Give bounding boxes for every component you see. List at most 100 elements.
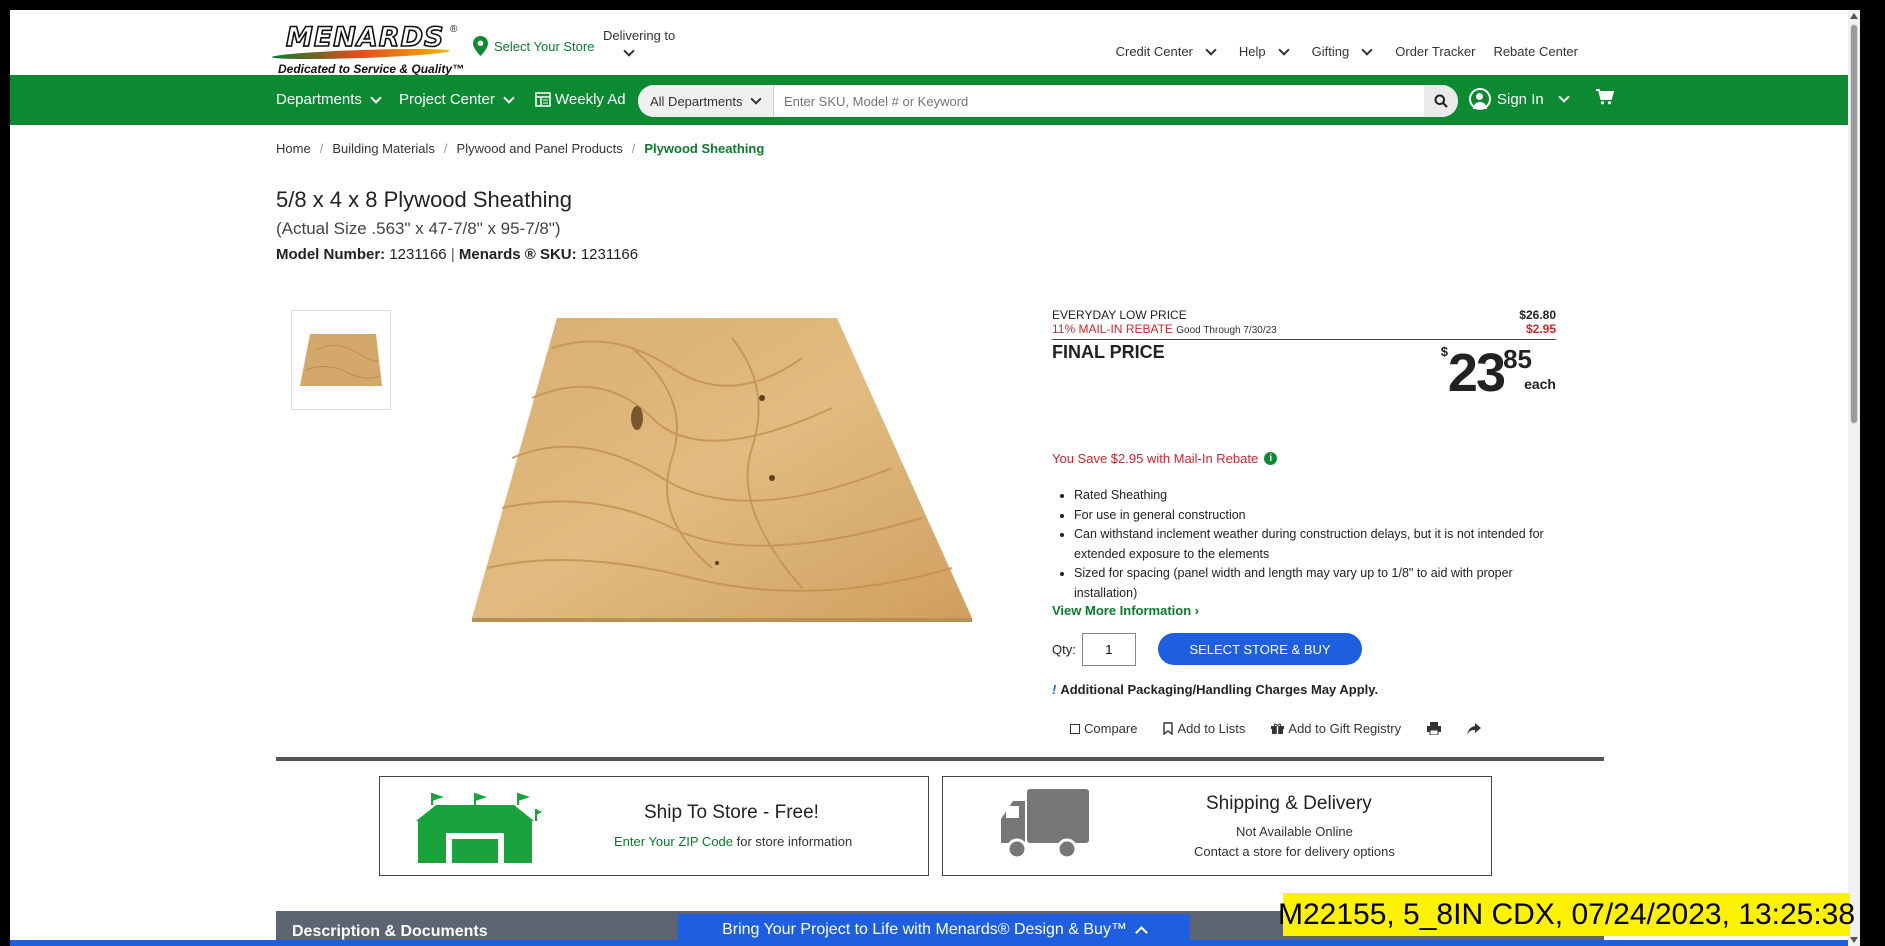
vertical-scrollbar[interactable] bbox=[1848, 10, 1860, 946]
chevron-down-icon bbox=[370, 91, 382, 104]
handling-warning: ! Additional Packaging/Handling Charges … bbox=[1052, 682, 1378, 697]
main-nav-bar: Departments Project Center Weekly Ad All… bbox=[10, 75, 1848, 125]
shipping-delivery-title: Shipping & Delivery bbox=[1206, 793, 1372, 814]
credit-center-link[interactable]: Credit Center bbox=[1116, 43, 1221, 59]
delivering-to-label: Delivering to bbox=[603, 28, 676, 43]
final-price-label: FINAL PRICE bbox=[1052, 342, 1165, 362]
ship-to-store-subtitle: Enter Your ZIP Code for store informatio… bbox=[614, 834, 852, 849]
share-button[interactable] bbox=[1467, 722, 1482, 735]
logo-wordmark: MENARDS bbox=[285, 21, 445, 54]
newspaper-icon bbox=[535, 92, 551, 107]
departments-menu[interactable]: Departments bbox=[276, 91, 386, 108]
chevron-right-icon: › bbox=[1194, 603, 1200, 618]
chevron-down-icon bbox=[750, 93, 763, 105]
rebate-center-link[interactable]: Rebate Center bbox=[1493, 44, 1578, 59]
checkbox-icon bbox=[1070, 723, 1080, 734]
info-icon[interactable]: i bbox=[1264, 452, 1278, 465]
top-header: MENARDS ® Dedicated to Service & Quality… bbox=[10, 10, 1848, 76]
scrollbar-thumb[interactable] bbox=[1850, 24, 1858, 424]
model-number-label: Model Number: bbox=[276, 246, 386, 263]
separator: | bbox=[450, 246, 455, 263]
quantity-input[interactable] bbox=[1081, 633, 1136, 666]
breadcrumb-plywood-panel[interactable]: Plywood and Panel Products bbox=[457, 141, 623, 156]
scroll-down-icon[interactable] bbox=[1850, 937, 1858, 943]
breadcrumb-separator: / bbox=[443, 141, 448, 156]
design-buy-text: Bring Your Project to Life with Menards®… bbox=[722, 921, 1127, 938]
help-link[interactable]: Help bbox=[1239, 43, 1294, 59]
gift-registry-label: Add to Gift Registry bbox=[1288, 721, 1402, 736]
cart-icon bbox=[1596, 89, 1614, 105]
gifting-label: Gifting bbox=[1311, 44, 1350, 59]
contact-store-text: Contact a store for delivery options bbox=[1194, 844, 1395, 859]
search-button[interactable] bbox=[1424, 85, 1458, 117]
menards-logo[interactable]: MENARDS ® Dedicated to Service & Quality… bbox=[266, 18, 465, 76]
product-title: 5/8 x 4 x 8 Plywood Sheathing bbox=[276, 187, 572, 212]
quantity-control: Qty: bbox=[1052, 633, 1136, 666]
product-actions: Compare Add to Lists Add to Gift Registr… bbox=[1070, 721, 1482, 736]
weekly-ad-link[interactable]: Weekly Ad bbox=[535, 91, 626, 108]
delivering-to-dropdown[interactable]: Delivering to bbox=[603, 28, 676, 57]
cart-button[interactable] bbox=[1596, 89, 1614, 105]
ship-to-store-title: Ship To Store - Free! bbox=[644, 802, 819, 823]
chevron-down-icon bbox=[623, 45, 635, 57]
chevron-down-icon bbox=[1278, 43, 1290, 56]
gifting-link[interactable]: Gifting bbox=[1311, 43, 1378, 59]
plywood-product-image[interactable] bbox=[472, 308, 972, 624]
select-store-label: Select Your Store bbox=[494, 38, 595, 54]
browser-viewport: MENARDS ® Dedicated to Service & Quality… bbox=[10, 10, 1860, 946]
search-icon bbox=[1434, 94, 1448, 108]
search-input[interactable] bbox=[774, 85, 1424, 117]
search-department-select[interactable]: All Departments bbox=[638, 85, 774, 117]
weekly-ad-label: Weekly Ad bbox=[555, 91, 626, 108]
ship-to-store-card[interactable]: Ship To Store - Free! Enter Your ZIP Cod… bbox=[379, 776, 929, 876]
share-icon bbox=[1467, 722, 1482, 735]
final-price-cents: 85 bbox=[1503, 344, 1532, 374]
scroll-up-icon[interactable] bbox=[1850, 13, 1858, 19]
design-buy-banner[interactable]: Bring Your Project to Life with Menards®… bbox=[678, 914, 1190, 946]
logo-tagline: Dedicated to Service & Quality™ bbox=[278, 62, 465, 76]
list-item: Sized for spacing (panel width and lengt… bbox=[1074, 564, 1572, 603]
exclamation-icon: ! bbox=[1052, 682, 1057, 697]
product-identifiers: Model Number: 1231166 | Menards ® SKU: 1… bbox=[276, 246, 638, 263]
project-center-menu[interactable]: Project Center bbox=[399, 91, 519, 108]
breadcrumb: Home / Building Materials / Plywood and Pa… bbox=[276, 141, 764, 156]
enter-zip-link[interactable]: Enter Your ZIP Code bbox=[614, 834, 733, 849]
view-more-info-link[interactable]: View More Information › bbox=[1052, 603, 1199, 618]
chevron-down-icon bbox=[1361, 43, 1373, 56]
plywood-thumbnail-image bbox=[300, 334, 382, 386]
section-divider bbox=[276, 757, 1604, 761]
departments-label: Departments bbox=[276, 91, 362, 108]
store-building-icon bbox=[416, 793, 542, 863]
order-tracker-link[interactable]: Order Tracker bbox=[1395, 44, 1475, 59]
list-item: Can withstand inclement weather during c… bbox=[1074, 525, 1572, 564]
location-pin-icon bbox=[473, 36, 488, 56]
shipping-delivery-card: Shipping & Delivery Not Available Online… bbox=[942, 776, 1492, 876]
select-store-link[interactable]: Select Your Store bbox=[473, 36, 594, 56]
select-store-buy-button[interactable]: SELECT STORE & BUY bbox=[1158, 633, 1362, 665]
add-to-gift-registry-button[interactable]: Add to Gift Registry bbox=[1271, 721, 1401, 736]
print-button[interactable] bbox=[1427, 722, 1442, 735]
final-price-dollars: 23 bbox=[1447, 343, 1506, 403]
breadcrumb-current: Plywood Sheathing bbox=[644, 141, 765, 156]
compare-checkbox[interactable]: Compare bbox=[1070, 721, 1137, 736]
sku-label: Menards ® SKU: bbox=[458, 246, 577, 263]
list-item: For use in general construction bbox=[1074, 506, 1572, 526]
price-block: EVERYDAY LOW PRICE $26.80 11% MAIL-IN RE… bbox=[1052, 308, 1556, 407]
everyday-price-value: $26.80 bbox=[1519, 308, 1556, 322]
breadcrumb-home[interactable]: Home bbox=[276, 141, 311, 156]
sku-value: 1231166 bbox=[580, 246, 639, 263]
model-number-value: 1231166 bbox=[389, 246, 447, 263]
breadcrumb-building-materials[interactable]: Building Materials bbox=[332, 141, 435, 156]
add-to-lists-button[interactable]: Add to Lists bbox=[1163, 721, 1245, 736]
ship-to-store-sub-text: for store information bbox=[736, 834, 853, 849]
rebate-valid-through: Good Through 7/30/23 bbox=[1176, 325, 1277, 336]
everyday-price-row: EVERYDAY LOW PRICE $26.80 bbox=[1052, 308, 1556, 322]
product-thumbnail[interactable] bbox=[291, 310, 391, 410]
feature-list: Rated Sheathing For use in general const… bbox=[1066, 486, 1572, 603]
not-available-text: Not Available Online bbox=[1236, 824, 1353, 839]
order-tracker-label: Order Tracker bbox=[1395, 44, 1476, 59]
compare-label: Compare bbox=[1084, 721, 1138, 736]
chevron-down-icon bbox=[1558, 91, 1570, 103]
capture-stamp: M22155, 5_8IN CDX, 07/24/2023, 13:25:38 bbox=[1278, 893, 1855, 936]
sign-in-menu[interactable]: Sign In bbox=[1469, 88, 1574, 110]
